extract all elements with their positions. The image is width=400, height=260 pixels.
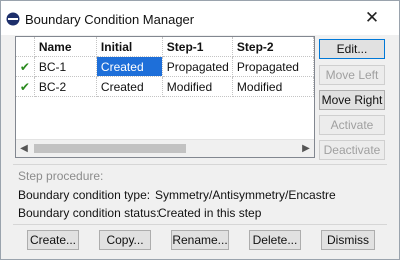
- bc-type-line: Boundary condition type: Symmetry/Antisy…: [18, 188, 336, 202]
- header-name[interactable]: Name: [34, 37, 97, 57]
- move-left-button[interactable]: Move Left: [319, 65, 385, 85]
- copy-button[interactable]: Copy...: [99, 230, 151, 250]
- activate-button[interactable]: Activate: [319, 115, 385, 135]
- bc-step-2-cell[interactable]: Modified: [232, 76, 314, 97]
- arrow-left-icon[interactable]: ◀: [16, 140, 32, 157]
- bc-step-2-cell[interactable]: Propagated: [232, 56, 314, 77]
- table-row[interactable]: ✔ BC-2 Created Modified Modified: [16, 76, 314, 97]
- check-icon[interactable]: ✔: [16, 56, 35, 77]
- horizontal-scrollbar[interactable]: ◀ ▶: [16, 139, 314, 157]
- deactivate-button[interactable]: Deactivate: [319, 140, 385, 160]
- header-check-cell: [16, 37, 35, 57]
- divider: [13, 164, 387, 165]
- move-right-button[interactable]: Move Right: [319, 90, 385, 110]
- scrollbar-thumb[interactable]: [34, 144, 186, 153]
- window-title: Boundary Condition Manager: [25, 12, 195, 27]
- abaqus-app-icon: [6, 12, 20, 26]
- table-row[interactable]: ✔ BC-1 Created Propagated Propagated: [16, 56, 314, 77]
- close-button[interactable]: ✕: [355, 5, 389, 31]
- bc-initial-cell-selected[interactable]: Created: [96, 56, 163, 77]
- bc-name-cell[interactable]: BC-1: [34, 56, 97, 77]
- bc-step-1-cell[interactable]: Modified: [162, 76, 233, 97]
- bc-status-line: Boundary condition status: Created in th…: [18, 206, 261, 220]
- divider: [13, 224, 387, 225]
- title-bar[interactable]: Boundary Condition Manager ✕: [1, 1, 399, 35]
- bc-grid: Name Initial Step-1 Step-2 ✔ BC-1 Create…: [16, 37, 314, 97]
- header-step-1[interactable]: Step-1: [162, 37, 233, 57]
- dismiss-button[interactable]: Dismiss: [321, 230, 375, 250]
- header-initial[interactable]: Initial: [96, 37, 163, 57]
- bc-name-cell[interactable]: BC-2: [34, 76, 97, 97]
- bc-type-value: Symmetry/Antisymmetry/Encastre: [155, 188, 336, 202]
- rename-button[interactable]: Rename...: [171, 230, 229, 250]
- create-button[interactable]: Create...: [27, 230, 79, 250]
- bc-initial-cell[interactable]: Created: [96, 76, 163, 97]
- header-step-2[interactable]: Step-2: [232, 37, 314, 57]
- close-icon: ✕: [364, 8, 380, 27]
- step-procedure-label: Step procedure:: [18, 169, 104, 183]
- edit-button[interactable]: Edit...: [319, 39, 385, 59]
- bc-type-label: Boundary condition type:: [18, 188, 151, 202]
- bc-step-1-cell[interactable]: Propagated: [162, 56, 233, 77]
- check-icon[interactable]: ✔: [16, 76, 35, 97]
- table-header-row: Name Initial Step-1 Step-2: [16, 37, 314, 57]
- bc-status-label: Boundary condition status:: [18, 206, 160, 220]
- boundary-condition-table: Name Initial Step-1 Step-2 ✔ BC-1 Create…: [15, 36, 315, 158]
- bc-status-value: Created in this step: [158, 206, 262, 220]
- arrow-right-icon[interactable]: ▶: [298, 140, 314, 157]
- delete-button[interactable]: Delete...: [249, 230, 301, 250]
- boundary-condition-manager-window: Boundary Condition Manager ✕ Name Initia…: [0, 0, 400, 260]
